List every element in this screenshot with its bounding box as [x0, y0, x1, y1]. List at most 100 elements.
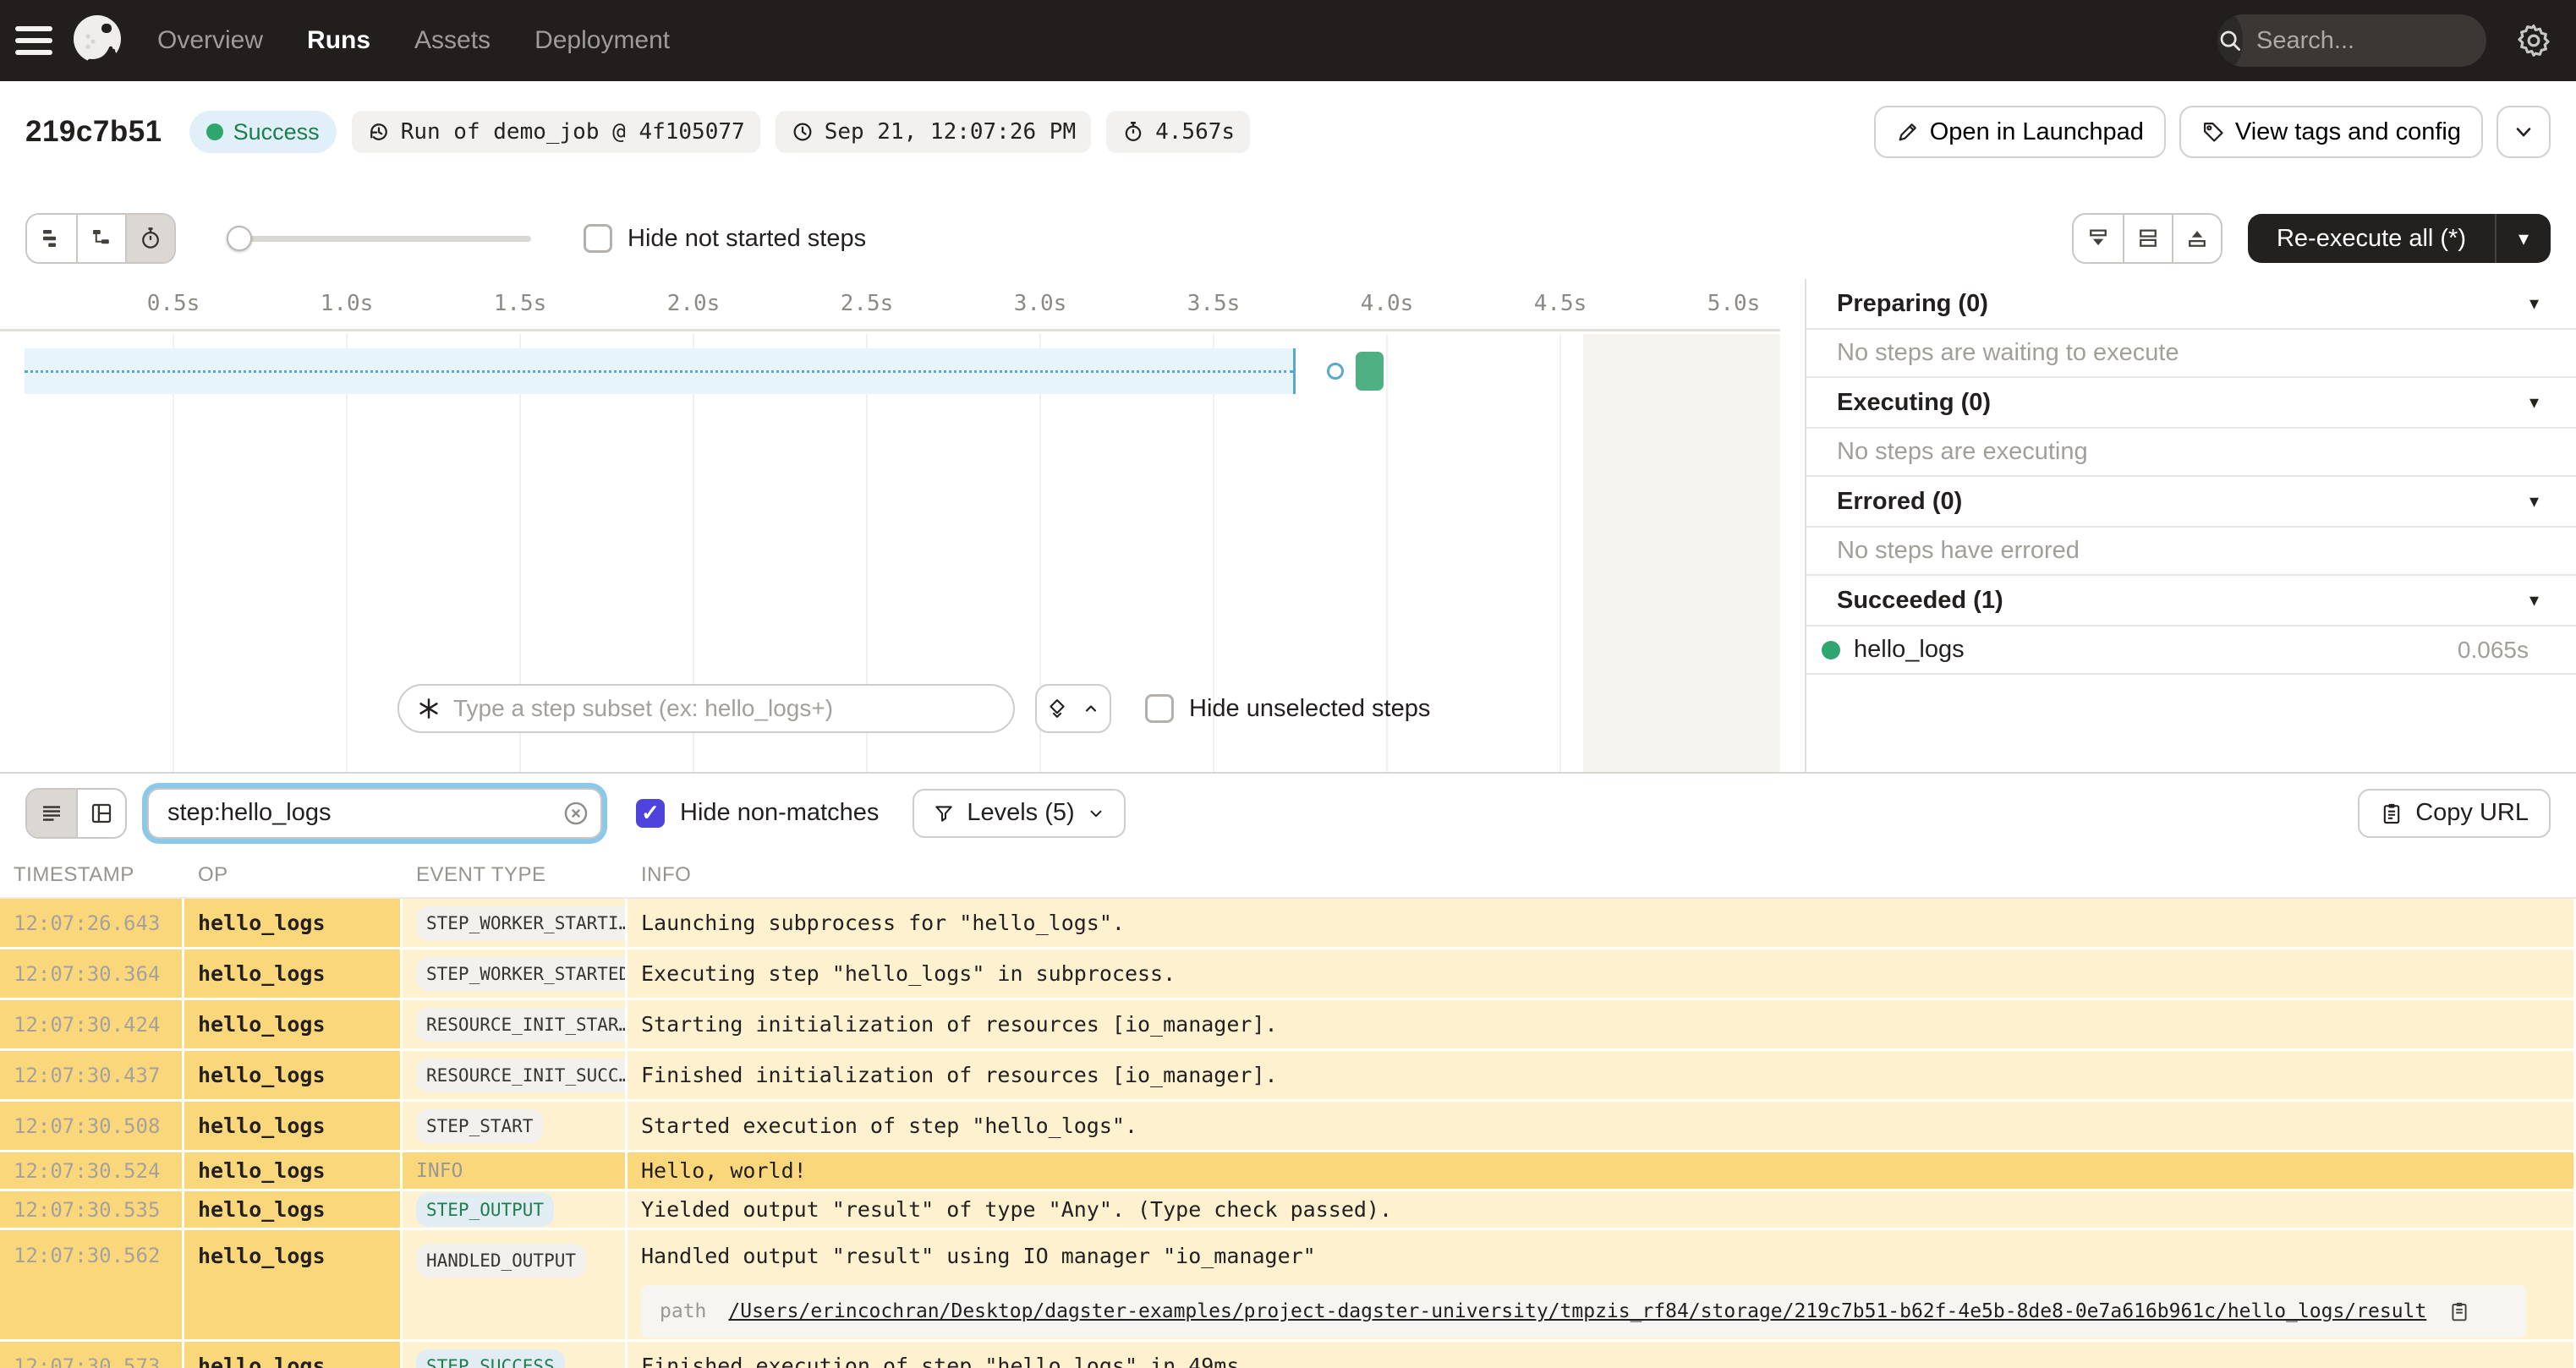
step-success-dot-icon: [1822, 640, 1840, 659]
collapse-panel-button[interactable]: [2073, 215, 2123, 262]
section-collapse-caret-icon[interactable]: ▾: [2529, 293, 2539, 315]
timestamp: 12:07:30.524: [14, 1158, 161, 1183]
log-row[interactable]: 12:07:30.364 hello_logs STEP_WORKER_STARTE…: [0, 949, 2576, 1000]
search-icon: [2217, 14, 2243, 67]
clear-filter-icon[interactable]: [562, 799, 590, 828]
copy-url-button[interactable]: Copy URL: [2358, 788, 2551, 838]
info-cell: Finished execution of step "hello_logs" …: [628, 1342, 2576, 1368]
event-type-badge: RESOURCE_INIT_SUCC…: [416, 1058, 625, 1092]
status-section-header[interactable]: Executing (0) ▾: [1806, 378, 2576, 429]
hide-non-matches-checkbox[interactable]: ✓: [636, 798, 665, 828]
status-section-title: Preparing (0): [1837, 289, 1988, 317]
log-filter-input[interactable]: [147, 787, 602, 839]
step-subset-input-wrap: [397, 684, 1015, 733]
status-section-header[interactable]: Errored (0) ▾: [1806, 477, 2576, 528]
global-search[interactable]: /: [2217, 14, 2486, 67]
log-row[interactable]: 12:07:30.535 hello_logs STEP_OUTPUT Yielded…: [0, 1191, 2576, 1230]
status-section-header[interactable]: Succeeded (1) ▾: [1806, 576, 2576, 627]
run-more-dropdown-button[interactable]: [2497, 106, 2551, 158]
open-in-launchpad-button[interactable]: Open in Launchpad: [1873, 106, 2166, 158]
log-structured-view-button[interactable]: [76, 789, 125, 837]
info-cell: Handled output "result" using IO manager…: [628, 1230, 2576, 1342]
axis-tick-label: 3.5s: [1187, 291, 1241, 316]
run-tag-2: 4.567s: [1106, 111, 1251, 153]
levels-dropdown-button[interactable]: Levels (5): [913, 788, 1126, 838]
timestamp: 12:07:26.643: [14, 911, 161, 935]
log-row[interactable]: 12:07:30.524 hello_logs INFO Hello, world!: [0, 1152, 2576, 1191]
dagster-logo-icon[interactable]: [68, 11, 127, 70]
status-label: Success: [233, 118, 320, 145]
search-input[interactable]: [2243, 26, 2486, 55]
step-marker-dot[interactable]: [1326, 363, 1344, 380]
stopwatch-icon: [1121, 120, 1145, 144]
gantt-timed-view-button[interactable]: [125, 215, 174, 262]
hide-non-matches-label: Hide non-matches: [680, 799, 880, 826]
nav-item-assets[interactable]: Assets: [414, 26, 491, 55]
nav-item-overview[interactable]: Overview: [157, 26, 263, 55]
op-cell: hello_logs: [184, 1000, 403, 1051]
metadata-label: path: [660, 1300, 707, 1322]
timestamp-cell: 12:07:26.643: [0, 899, 184, 949]
split-panel-button[interactable]: [2122, 215, 2172, 262]
info-text: Launching subprocess for "hello_logs".: [641, 911, 1125, 935]
step-bar-hello-logs[interactable]: [1356, 352, 1384, 391]
hide-not-started-label: Hide not started steps: [628, 224, 867, 252]
hide-not-started-checkbox[interactable]: [584, 224, 612, 253]
zoom-slider[interactable]: [227, 226, 531, 251]
step-waiting-end-line: [1293, 348, 1296, 394]
nav-item-deployment[interactable]: Deployment: [534, 26, 670, 55]
nav-item-runs[interactable]: Runs: [307, 26, 370, 55]
timestamp-cell: 12:07:30.437: [0, 1051, 184, 1102]
zoom-slider-knob[interactable]: [227, 226, 252, 251]
op-cell: hello_logs: [184, 1102, 403, 1152]
timestamp: 12:07:30.364: [14, 961, 161, 986]
status-section-empty: No steps have errored: [1806, 528, 2576, 576]
copy-path-icon[interactable]: [2448, 1300, 2470, 1322]
log-row[interactable]: 12:07:30.573 hello_logs STEP_SUCCESS Finish…: [0, 1342, 2576, 1368]
op-cell: hello_logs: [184, 1191, 403, 1230]
log-row[interactable]: 12:07:30.424 hello_logs RESOURCE_INIT_STAR…: [0, 1000, 2576, 1051]
succeeded-step-row[interactable]: hello_logs 0.065s: [1806, 627, 2576, 675]
event-type-badge: STEP_OUTPUT: [416, 1192, 555, 1227]
panel-layout-group: [2071, 213, 2222, 264]
log-list-view-button[interactable]: [27, 789, 76, 837]
hide-unselected-checkbox[interactable]: [1145, 694, 1174, 723]
timestamp-cell: 12:07:30.535: [0, 1191, 184, 1230]
op-name: hello_logs: [198, 911, 326, 935]
status-section-empty: No steps are executing: [1806, 429, 2576, 477]
graph-query-toggle-button[interactable]: [1035, 684, 1111, 733]
metadata-path-link[interactable]: /Users/erincochran/Desktop/dagster-examp…: [728, 1300, 2426, 1322]
section-collapse-caret-icon[interactable]: ▾: [2529, 589, 2539, 611]
reexecute-dropdown-caret[interactable]: ▾: [2495, 214, 2551, 263]
gantt-waterfall-view-button[interactable]: [76, 215, 125, 262]
view-tags-config-button[interactable]: View tags and config: [2179, 106, 2483, 158]
section-collapse-caret-icon[interactable]: ▾: [2529, 391, 2539, 413]
log-row[interactable]: 12:07:26.643 hello_logs STEP_WORKER_STARTI…: [0, 899, 2576, 949]
log-row[interactable]: 12:07:30.437 hello_logs RESOURCE_INIT_SUCC…: [0, 1051, 2576, 1102]
section-collapse-caret-icon[interactable]: ▾: [2529, 490, 2539, 512]
history-icon: [367, 120, 391, 144]
hamburger-menu-icon[interactable]: [0, 0, 68, 81]
step-subset-input[interactable]: [453, 695, 996, 722]
run-tag-0: Run of demo_job @ 4f105077: [351, 111, 760, 153]
info-text: Started execution of step "hello_logs".: [641, 1114, 1137, 1138]
timestamp-cell: 12:07:30.562: [0, 1230, 184, 1342]
gantt-flat-view-button[interactable]: [27, 215, 76, 262]
chevron-down-icon: [1090, 810, 1102, 817]
reexecute-all-button[interactable]: Re-execute all (*) ▾: [2247, 214, 2551, 263]
log-row[interactable]: 12:07:30.508 hello_logs STEP_START Started …: [0, 1102, 2576, 1152]
run-tag-label: 4.567s: [1155, 119, 1236, 145]
op-name: hello_logs: [198, 1197, 326, 1222]
run-header: 219c7b51 Success Run of demo_job @ 4f105…: [0, 81, 2576, 183]
status-dot-icon: [206, 123, 223, 140]
info-text: Yielded output "result" of type "Any". (…: [641, 1197, 1393, 1222]
op-name: hello_logs: [198, 1012, 326, 1037]
log-row[interactable]: 12:07:30.562 hello_logs HANDLED_OUTPUT Hand…: [0, 1230, 2576, 1342]
hide-unselected-control: Hide unselected steps: [1145, 694, 1430, 723]
gear-icon[interactable]: [2512, 19, 2556, 63]
hide-non-matches-control: ✓ Hide non-matches: [636, 798, 880, 828]
status-section-header[interactable]: Preparing (0) ▾: [1806, 279, 2576, 330]
event-type-cell: HANDLED_OUTPUT: [403, 1230, 628, 1342]
expand-panel-button[interactable]: [2171, 215, 2221, 262]
list-icon: [43, 805, 60, 821]
